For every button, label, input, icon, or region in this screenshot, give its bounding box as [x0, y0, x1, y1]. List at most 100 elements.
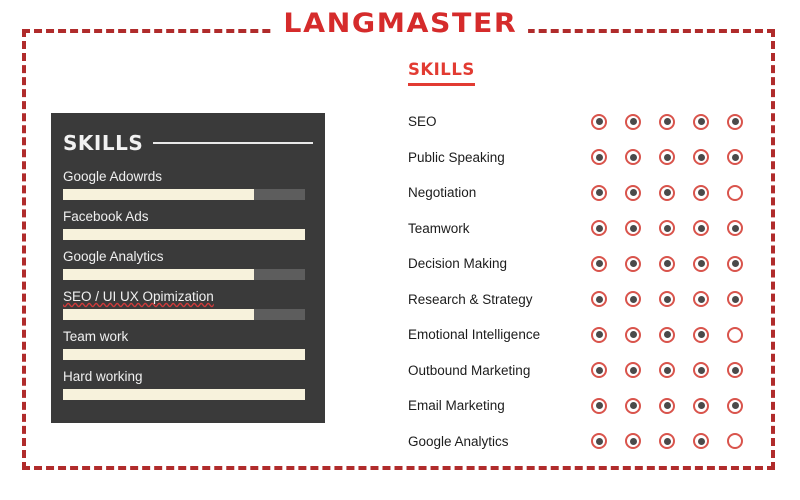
rating-row: Email Marketing — [408, 388, 753, 424]
rating-dot-filled-icon[interactable] — [693, 113, 709, 130]
rating-dot-filled-icon[interactable] — [625, 220, 641, 237]
rating-dot-empty-icon[interactable] — [727, 326, 743, 343]
rating-dot-center — [629, 295, 637, 303]
skill-bar-label: Google Analytics — [63, 249, 164, 264]
skill-bar-label: Hard working — [63, 369, 143, 384]
rating-dot-filled-icon[interactable] — [591, 184, 607, 201]
rating-label: Research & Strategy — [408, 291, 533, 307]
rating-dot-filled-icon[interactable] — [659, 362, 675, 379]
skill-bar-fill — [63, 309, 255, 320]
rating-dot-filled-icon[interactable] — [625, 433, 641, 450]
rating-dot-filled-icon[interactable] — [659, 433, 675, 450]
rating-dot-center — [697, 224, 705, 232]
rating-dot-filled-icon[interactable] — [591, 255, 607, 272]
skill-bar-row: Hard working — [63, 369, 313, 400]
rating-dot-center — [731, 153, 739, 161]
rating-dot-center — [595, 224, 603, 232]
skill-bar-label: SEO / UI UX Opimization — [63, 289, 214, 304]
rating-dot-filled-icon[interactable] — [591, 113, 607, 130]
rating-dot-filled-icon[interactable] — [659, 113, 675, 130]
rating-dot-empty-icon[interactable] — [727, 184, 743, 201]
rating-dot-filled-icon[interactable] — [625, 113, 641, 130]
rating-dot-center — [629, 260, 637, 268]
rating-dot-center — [595, 260, 603, 268]
rating-dot-center — [663, 260, 671, 268]
rating-dot-filled-icon[interactable] — [693, 255, 709, 272]
skill-bar-fill — [63, 349, 305, 360]
rating-dot-filled-icon[interactable] — [693, 184, 709, 201]
rating-dot-center — [629, 189, 637, 197]
rating-dot-filled-icon[interactable] — [693, 433, 709, 450]
rating-dot-filled-icon[interactable] — [591, 397, 607, 414]
rating-dot-filled-icon[interactable] — [693, 362, 709, 379]
rating-label: Google Analytics — [408, 433, 509, 449]
brand-title: LANGMASTER — [272, 8, 528, 39]
rating-dot-filled-icon[interactable] — [591, 220, 607, 237]
rating-dot-empty-icon[interactable] — [727, 433, 743, 450]
rating-dot-filled-icon[interactable] — [693, 220, 709, 237]
rating-dot-center — [697, 402, 705, 410]
brand-banner: LANGMASTER — [0, 8, 800, 39]
rating-dot-center — [663, 118, 671, 126]
rating-dot-filled-icon[interactable] — [659, 149, 675, 166]
rating-dot-filled-icon[interactable] — [693, 397, 709, 414]
rating-dot-filled-icon[interactable] — [591, 433, 607, 450]
rating-dot-filled-icon[interactable] — [727, 291, 743, 308]
rating-dot-filled-icon[interactable] — [591, 149, 607, 166]
rating-dot-filled-icon[interactable] — [659, 291, 675, 308]
rating-dot-center — [595, 295, 603, 303]
rating-row-list: SEO Public Speaking Negotiation Teamwork Dec… — [408, 104, 753, 459]
rating-dot-filled-icon[interactable] — [659, 255, 675, 272]
rating-dot-filled-icon[interactable] — [625, 184, 641, 201]
rating-dot-center — [731, 366, 739, 374]
rating-dot-filled-icon[interactable] — [727, 397, 743, 414]
rating-dot-center — [731, 260, 739, 268]
rating-dot-center — [731, 224, 739, 232]
rating-dot-center — [629, 331, 637, 339]
rating-dot-filled-icon[interactable] — [591, 362, 607, 379]
rating-dot-filled-icon[interactable] — [591, 291, 607, 308]
rating-dot-filled-icon[interactable] — [659, 220, 675, 237]
rating-dot-filled-icon[interactable] — [625, 326, 641, 343]
rating-dot-filled-icon[interactable] — [727, 255, 743, 272]
skill-bar-label: Facebook Ads — [63, 209, 149, 224]
rating-dot-center — [697, 331, 705, 339]
rating-dot-filled-icon[interactable] — [625, 397, 641, 414]
rating-label: Email Marketing — [408, 398, 505, 414]
rating-dot-filled-icon[interactable] — [727, 149, 743, 166]
rating-label: Negotiation — [408, 185, 477, 201]
rating-dot-center — [629, 153, 637, 161]
rating-dot-filled-icon[interactable] — [693, 149, 709, 166]
rating-dot-filled-icon[interactable] — [659, 326, 675, 343]
rating-dot-filled-icon[interactable] — [625, 291, 641, 308]
rating-dot-filled-icon[interactable] — [659, 397, 675, 414]
rating-dot-filled-icon[interactable] — [625, 149, 641, 166]
rating-dot-center — [629, 402, 637, 410]
rating-dot-center — [731, 118, 739, 126]
rating-dot-center — [663, 153, 671, 161]
skill-bar-row: Team work — [63, 329, 313, 360]
rating-label: Outbound Marketing — [408, 362, 531, 378]
rating-dot-center — [731, 402, 739, 410]
rating-dot-filled-icon[interactable] — [625, 255, 641, 272]
rating-row: Google Analytics — [408, 424, 753, 460]
rating-dot-filled-icon[interactable] — [693, 326, 709, 343]
rating-dot-filled-icon[interactable] — [591, 326, 607, 343]
rating-dot-center — [595, 153, 603, 161]
skill-bar-fill — [63, 189, 255, 200]
rating-dot-center — [697, 189, 705, 197]
ratings-title: SKILLS — [408, 60, 475, 86]
rating-dot-filled-icon[interactable] — [625, 362, 641, 379]
rating-dot-filled-icon[interactable] — [727, 220, 743, 237]
skill-bar-label: Team work — [63, 329, 129, 344]
skills-rating-panel: SKILLS SEO Public Speaking Negotiation Team… — [408, 60, 753, 459]
rating-dot-filled-icon[interactable] — [659, 184, 675, 201]
rating-dot-filled-icon[interactable] — [727, 362, 743, 379]
rating-dot-center — [663, 402, 671, 410]
rating-dot-filled-icon[interactable] — [727, 113, 743, 130]
rating-dots — [591, 397, 753, 414]
rating-dot-center — [595, 402, 603, 410]
rating-dot-center — [663, 331, 671, 339]
skills-bar-panel: SKILLS Google Adowrds Facebook Ads Google … — [51, 113, 325, 423]
rating-dot-filled-icon[interactable] — [693, 291, 709, 308]
